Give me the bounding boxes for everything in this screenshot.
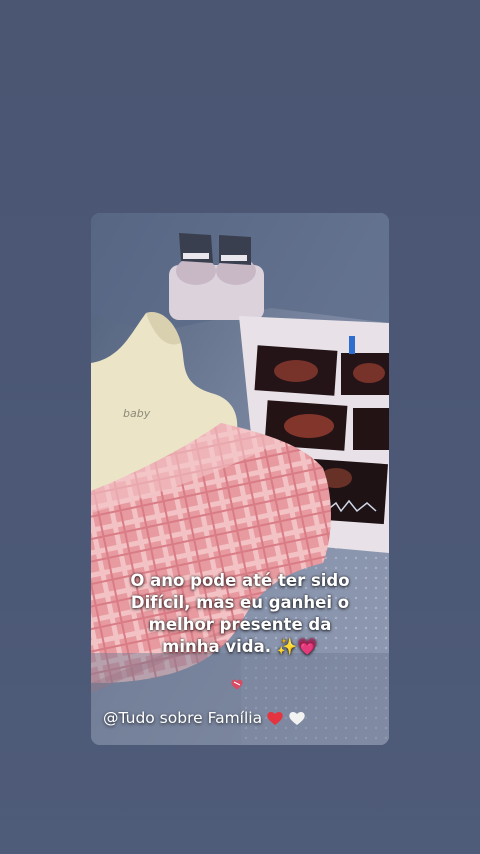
white-heart-icon bbox=[289, 711, 305, 725]
red-heart-icon bbox=[267, 711, 283, 725]
story-caption: O ano pode até ter sido Difícil, mas eu … bbox=[91, 570, 389, 658]
caption-line-2: Difícil, mas eu ganhei o bbox=[130, 593, 350, 612]
pink-heart-icon bbox=[231, 679, 243, 690]
caption-line-3: melhor presente da bbox=[148, 615, 332, 634]
story-card: baby O ano pode até ter sido Difícil, ma… bbox=[91, 213, 389, 745]
story-photo: baby bbox=[91, 213, 389, 745]
credit-tag: @Tudo sobre Família bbox=[103, 709, 306, 727]
caption-line-1: O ano pode até ter sido bbox=[130, 571, 350, 590]
credit-text: @Tudo sobre Família bbox=[103, 709, 263, 727]
caption-line-4: minha vida. ✨💗 bbox=[162, 637, 318, 656]
svg-text:baby: baby bbox=[123, 407, 151, 420]
